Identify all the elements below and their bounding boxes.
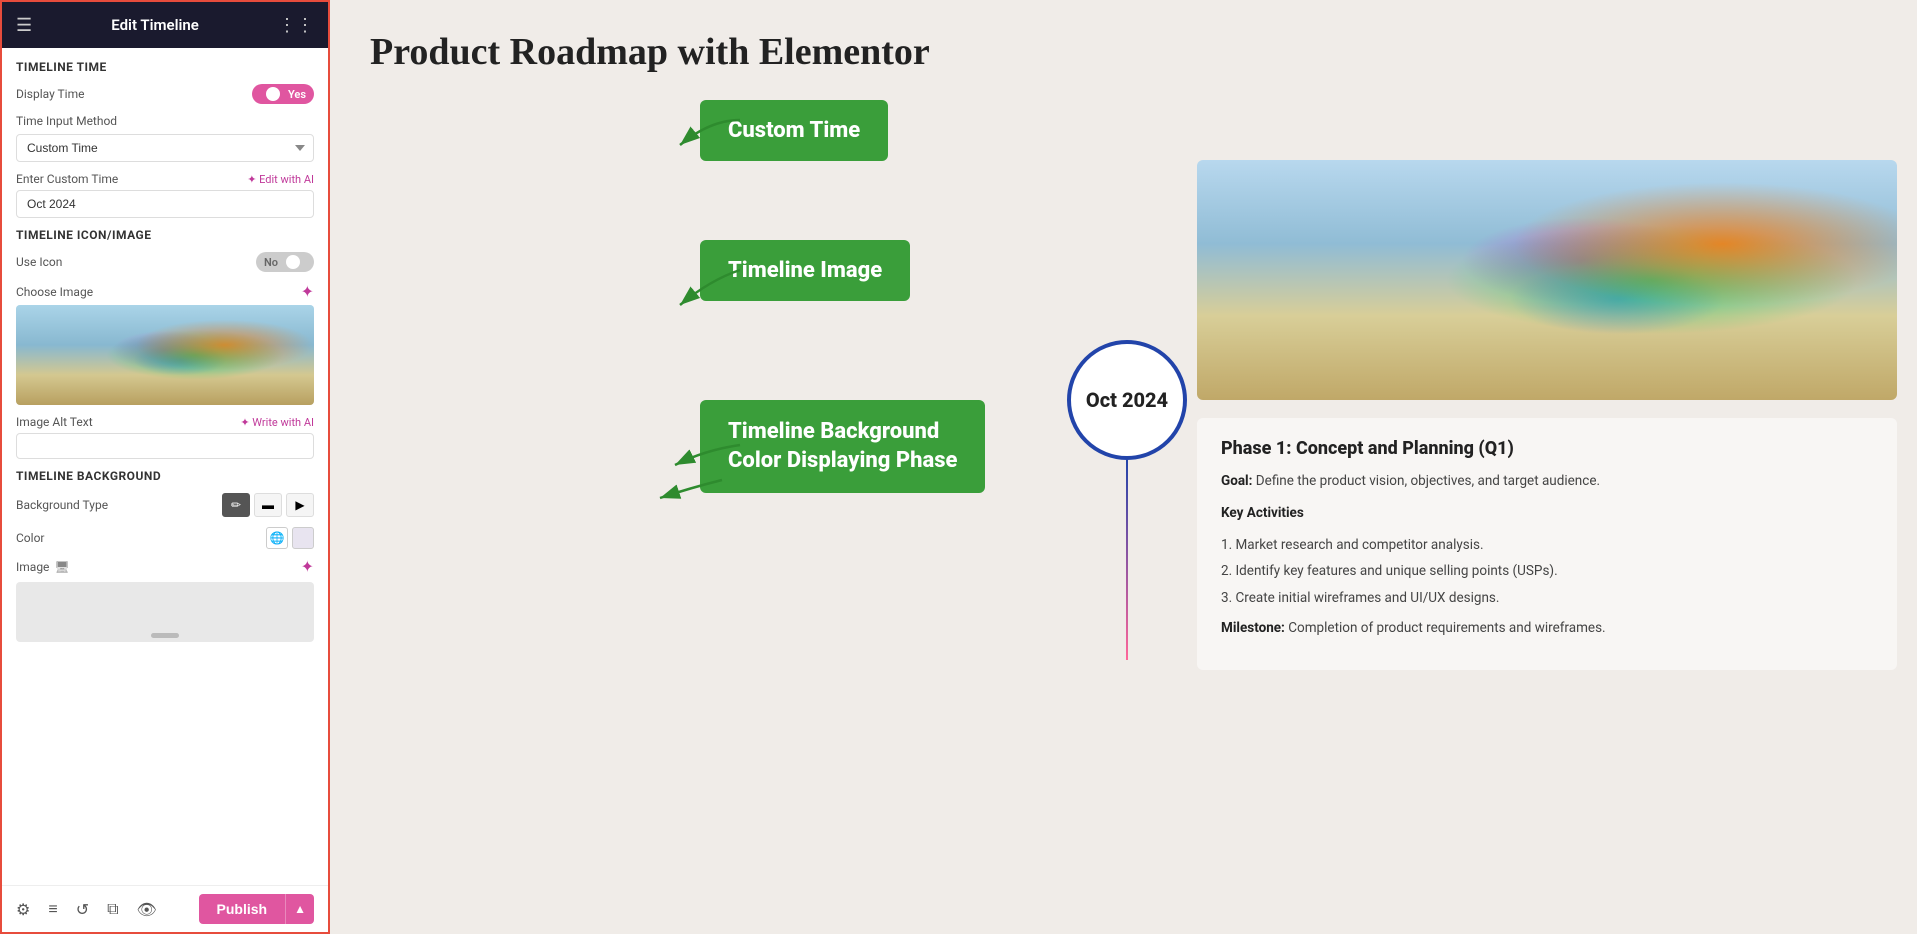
color-swatch[interactable] <box>292 527 314 549</box>
time-input-method-label: Time Input Method <box>16 114 314 128</box>
layers-icon[interactable]: ≡ <box>48 899 57 919</box>
bg-type-video-btn[interactable]: ▶ <box>286 493 314 517</box>
activity-1: 1. Market research and competitor analys… <box>1221 536 1873 555</box>
bg-image-field: Image 🖥 ✦ <box>16 557 314 576</box>
callout-timeline-image: Timeline Image <box>700 240 910 301</box>
chart-preview-image <box>16 305 314 405</box>
timeline-content-card: Phase 1: Concept and Planning (Q1) Goal:… <box>1197 418 1897 670</box>
timeline-line <box>1126 460 1128 660</box>
bg-image-handle <box>151 633 179 638</box>
section-title-bg: Timeline Background <box>16 469 314 483</box>
choose-image-add-icon[interactable]: ✦ <box>301 282 314 301</box>
color-swatch-group: 🌐 <box>266 527 314 549</box>
enter-custom-time-label: Enter Custom Time <box>16 172 118 186</box>
callout-timeline-bg: Timeline Background Color Displaying Pha… <box>700 400 985 493</box>
left-panel: ☰ Edit Timeline ⋮⋮ Timeline Time Display… <box>0 0 330 934</box>
panel-title: Edit Timeline <box>111 16 199 34</box>
key-activities-label: Key Activities <box>1221 505 1304 521</box>
bg-image-monitor-icon: 🖥 <box>54 560 69 574</box>
image-alt-text-input[interactable] <box>16 433 314 459</box>
publish-group: Publish ▲ <box>199 894 314 924</box>
bg-image-label: Image <box>16 560 49 574</box>
timeline-area: Oct 2024 Phase 1: Concept and Planning (… <box>1017 80 1917 934</box>
preview-icon[interactable]: 👁 <box>137 900 157 919</box>
panel-footer: ⚙ ≡ ↺ ⧉ 👁 Publish ▲ <box>2 885 328 932</box>
color-label: Color <box>16 531 44 545</box>
color-globe-btn[interactable]: 🌐 <box>266 527 288 549</box>
display-time-field: Display Time Yes <box>16 84 314 104</box>
timeline-chart-image <box>1197 160 1897 400</box>
publish-button[interactable]: Publish <box>199 894 286 924</box>
activity-3: 3. Create initial wireframes and UI/UX d… <box>1221 589 1873 608</box>
bg-type-label: Background Type <box>16 498 108 512</box>
display-time-label: Display Time <box>16 87 84 101</box>
custom-time-input[interactable] <box>16 190 314 218</box>
time-input-method-dropdown[interactable]: Custom Time Post Date Post Modified Date <box>16 134 314 162</box>
use-icon-toggle[interactable]: No <box>256 252 314 272</box>
page-title: Product Roadmap with Elementor <box>370 30 1877 74</box>
milestone-para: Milestone: Completion of product require… <box>1221 618 1873 638</box>
key-activities-heading: Key Activities <box>1221 503 1873 523</box>
display-time-toggle[interactable]: Yes <box>252 84 314 104</box>
milestone-text: Completion of product requirements and w… <box>1288 620 1605 636</box>
use-icon-field: Use Icon No <box>16 252 314 272</box>
bg-type-gradient-btn[interactable]: ▬ <box>254 493 282 517</box>
timeline-image-card <box>1197 160 1897 400</box>
image-alt-text-row: Image Alt Text ✦ Write with AI <box>16 415 314 429</box>
responsive-icon[interactable]: ⧉ <box>107 899 118 919</box>
footer-icons: ⚙ ≡ ↺ ⧉ 👁 <box>16 899 157 919</box>
timeline-circle-area: Oct 2024 <box>1017 80 1197 660</box>
section-timeline-background: Timeline Background Background Type ✏ ▬ … <box>16 469 314 642</box>
bg-image-placeholder[interactable] <box>16 582 314 642</box>
main-area: Product Roadmap with Elementor Custom Ti… <box>330 0 1917 934</box>
timeline-card-area: Phase 1: Concept and Planning (Q1) Goal:… <box>1197 80 1917 670</box>
card-title: Phase 1: Concept and Planning (Q1) <box>1221 438 1873 459</box>
edit-with-ai-link[interactable]: ✦ Edit with AI <box>247 173 314 186</box>
section-title-timeline-time: Timeline Time <box>16 60 314 74</box>
grid-icon[interactable]: ⋮⋮ <box>278 15 314 36</box>
bg-type-pencil-btn[interactable]: ✏ <box>222 493 250 517</box>
panel-body: Timeline Time Display Time Yes Time Inpu… <box>2 48 328 885</box>
image-preview[interactable] <box>16 305 314 405</box>
color-field: Color 🌐 <box>16 527 314 549</box>
choose-image-row: Choose Image ✦ <box>16 282 314 301</box>
goal-label: Goal: <box>1221 473 1252 489</box>
settings-icon[interactable]: ⚙ <box>16 900 30 919</box>
history-icon[interactable]: ↺ <box>76 900 89 919</box>
section-title-timeline-icon: Timeline Icon/Image <box>16 228 314 242</box>
card-goal-para: Goal: Define the product vision, objecti… <box>1221 471 1873 491</box>
activity-2: 2. Identify key features and unique sell… <box>1221 562 1873 581</box>
choose-image-label: Choose Image <box>16 285 93 299</box>
background-type-field: Background Type ✏ ▬ ▶ <box>16 493 314 517</box>
milestone-label: Milestone: <box>1221 620 1285 636</box>
timeline-date-circle: Oct 2024 <box>1067 340 1187 460</box>
goal-text: Define the product vision, objectives, a… <box>1256 473 1600 489</box>
write-with-ai-link[interactable]: ✦ Write with AI <box>240 416 314 429</box>
image-alt-text-label: Image Alt Text <box>16 415 93 429</box>
publish-chevron-button[interactable]: ▲ <box>285 894 314 924</box>
callout-custom-time: Custom Time <box>700 100 888 161</box>
enter-custom-time-row: Enter Custom Time ✦ Edit with AI <box>16 172 314 186</box>
section-timeline-time: Timeline Time Display Time Yes Time Inpu… <box>16 60 314 228</box>
hamburger-icon[interactable]: ☰ <box>16 15 32 36</box>
panel-header: ☰ Edit Timeline ⋮⋮ <box>2 2 328 48</box>
section-timeline-icon-image: Timeline Icon/Image Use Icon No Choose I… <box>16 228 314 469</box>
bg-image-add-icon[interactable]: ✦ <box>301 557 314 576</box>
use-icon-label: Use Icon <box>16 255 62 269</box>
bg-type-group: ✏ ▬ ▶ <box>222 493 314 517</box>
